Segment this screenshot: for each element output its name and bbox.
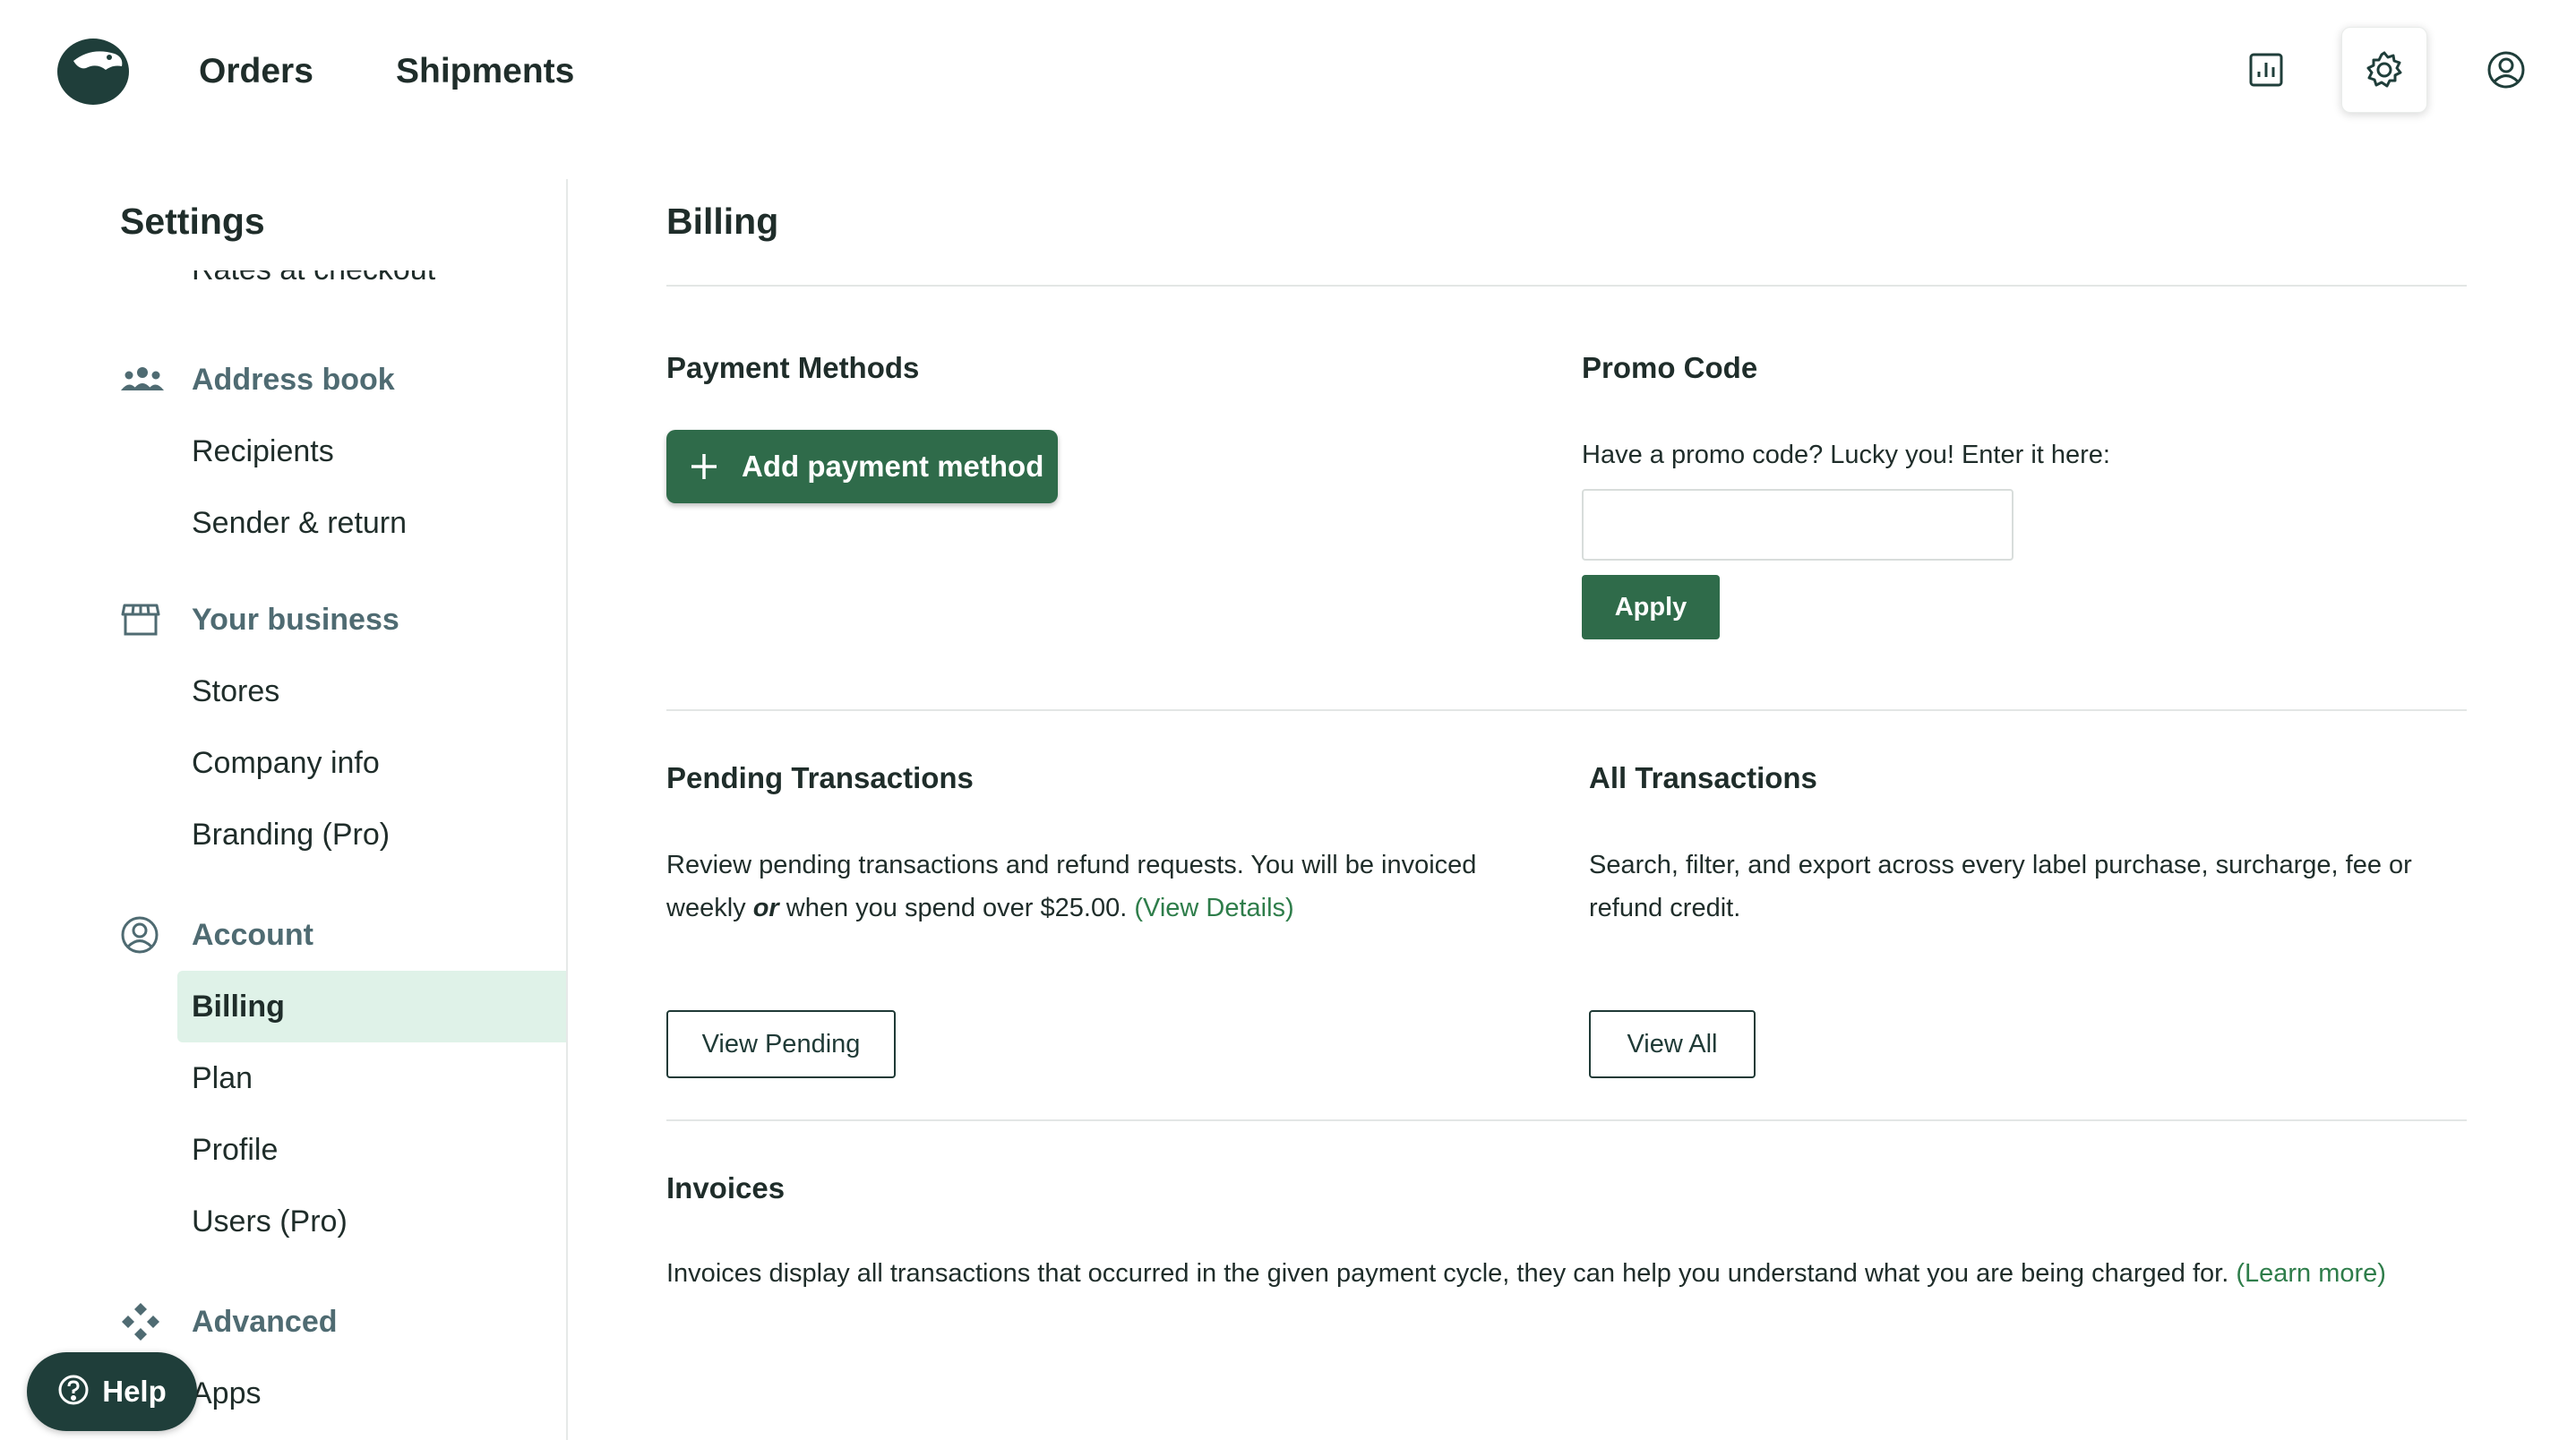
divider [666, 709, 2467, 711]
settings-gear-icon[interactable] [2341, 27, 2427, 113]
all-transactions-description: Search, filter, and export across every … [1589, 851, 2412, 922]
nav-orders[interactable]: Orders [199, 47, 313, 97]
user-profile-icon[interactable] [2463, 27, 2549, 113]
sidebar-group-advanced: Advanced [120, 1297, 338, 1347]
sidebar-item-recipients[interactable]: Recipients [177, 416, 566, 487]
add-payment-method-label: Add payment method [742, 450, 1044, 483]
sidebar-item-rates-at-checkout[interactable]: Rates at checkout [192, 270, 435, 287]
page-title: Billing [666, 201, 779, 242]
sidebar-group-account: Account [120, 910, 313, 960]
diamond-arrows-icon [120, 1299, 165, 1344]
view-all-button[interactable]: View All [1589, 1010, 1756, 1078]
sidebar-item-apps[interactable]: Apps [177, 1358, 566, 1429]
sidebar-item-stores[interactable]: Stores [177, 656, 566, 727]
sidebar-item-users[interactable]: Users (Pro) [177, 1186, 566, 1257]
sidebar-item-billing[interactable]: Billing [177, 971, 566, 1042]
pending-text-part-2: when you spend over $25.00. [778, 894, 1135, 922]
help-question-icon [57, 1374, 90, 1410]
sidebar-title: Settings [120, 201, 265, 242]
sidebar-item-branding[interactable]: Branding (Pro) [177, 799, 566, 870]
pirate-ship-logo-icon[interactable] [56, 34, 131, 106]
all-transactions-title: All Transactions [1589, 761, 1817, 794]
sidebar-item-profile[interactable]: Profile [177, 1114, 566, 1186]
payment-methods-title: Payment Methods [666, 351, 920, 384]
top-nav-bar: Orders Shipments [0, 0, 2576, 143]
sidebar-item-company-info[interactable]: Company info [177, 727, 566, 799]
people-icon [120, 357, 165, 402]
pending-transactions-title: Pending Transactions [666, 761, 974, 794]
sidebar-group-address-book: Address book [120, 355, 395, 405]
sidebar-item-plan[interactable]: Plan [177, 1042, 566, 1114]
promo-code-prompt: Have a promo code? Lucky you! Enter it h… [1582, 441, 2110, 469]
view-pending-button[interactable]: View Pending [666, 1010, 896, 1078]
sidebar-group-your-business: Your business [120, 595, 399, 645]
settings-sidebar: Settings Rates at checkout Address book … [0, 179, 568, 1440]
divider [666, 285, 2467, 287]
sidebar-group-label: Your business [192, 602, 399, 637]
sidebar-group-label: Address book [192, 362, 395, 397]
learn-more-link[interactable]: (Learn more) [2236, 1259, 2386, 1288]
divider [666, 1119, 2467, 1121]
help-button[interactable]: Help [27, 1352, 197, 1431]
apply-promo-button[interactable]: Apply [1582, 575, 1720, 639]
promo-code-input[interactable] [1582, 489, 2014, 561]
promo-code-title: Promo Code [1582, 351, 1758, 384]
store-icon [120, 597, 165, 642]
invoices-text: Invoices display all transactions that o… [666, 1259, 2237, 1288]
sidebar-item-sender-return[interactable]: Sender & return [177, 487, 566, 559]
sidebar-group-label: Advanced [192, 1304, 338, 1339]
nav-shipments[interactable]: Shipments [396, 47, 574, 97]
user-circle-icon [120, 913, 165, 957]
sidebar-group-label: Account [192, 917, 313, 952]
plus-icon [666, 452, 742, 481]
add-payment-method-button[interactable]: Add payment method [666, 430, 1058, 503]
pending-text-or: or [752, 894, 779, 922]
invoices-description: Invoices display all transactions that o… [666, 1252, 2467, 1295]
reports-icon[interactable] [2223, 27, 2309, 113]
help-label: Help [102, 1375, 167, 1408]
pending-transactions-description: Review pending transactions and refund r… [666, 844, 1553, 930]
view-details-link[interactable]: (View Details) [1134, 894, 1293, 922]
invoices-title: Invoices [666, 1171, 786, 1204]
